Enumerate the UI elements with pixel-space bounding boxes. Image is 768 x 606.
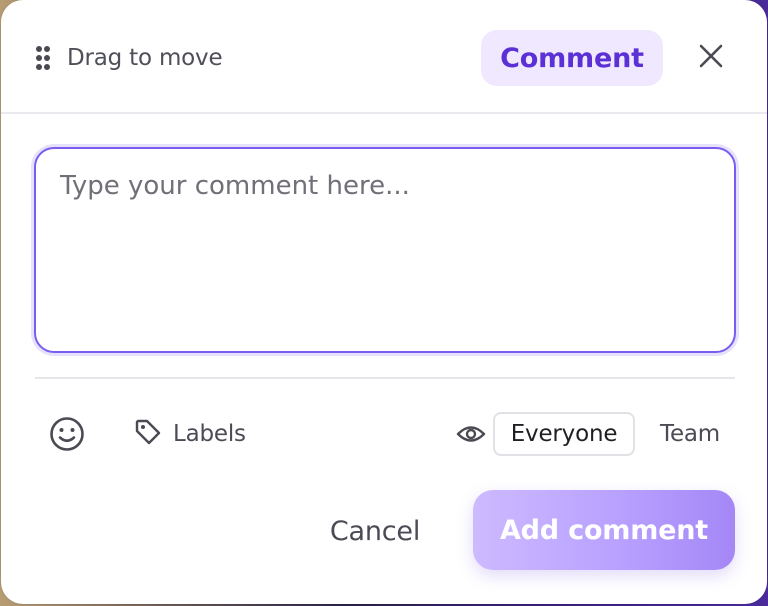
drag-handle-icon[interactable]	[35, 45, 51, 71]
eye-icon	[456, 422, 486, 446]
labels-label: Labels	[173, 421, 246, 447]
dialog-header: Drag to move Comment	[1, 0, 767, 114]
add-comment-button[interactable]: Add comment	[473, 490, 735, 570]
emoji-icon	[48, 417, 86, 457]
cancel-button[interactable]: Cancel	[319, 504, 431, 558]
tag-icon	[133, 417, 163, 451]
close-button[interactable]	[693, 40, 729, 76]
toolbar-divider	[35, 377, 735, 379]
comment-textarea-container	[34, 147, 736, 353]
comment-dialog: Drag to move Comment Type your comment h…	[1, 0, 767, 604]
visibility-toggle: Everyone Team	[493, 412, 745, 456]
close-icon	[698, 43, 724, 73]
emoji-button[interactable]	[48, 415, 86, 453]
drag-label: Drag to move	[67, 45, 223, 71]
comment-input[interactable]	[36, 149, 734, 351]
comment-mode-chip[interactable]: Comment	[481, 30, 663, 86]
labels-button[interactable]: Labels	[133, 414, 246, 454]
visibility-option-team[interactable]: Team	[635, 412, 745, 456]
visibility-option-everyone[interactable]: Everyone	[493, 412, 635, 456]
